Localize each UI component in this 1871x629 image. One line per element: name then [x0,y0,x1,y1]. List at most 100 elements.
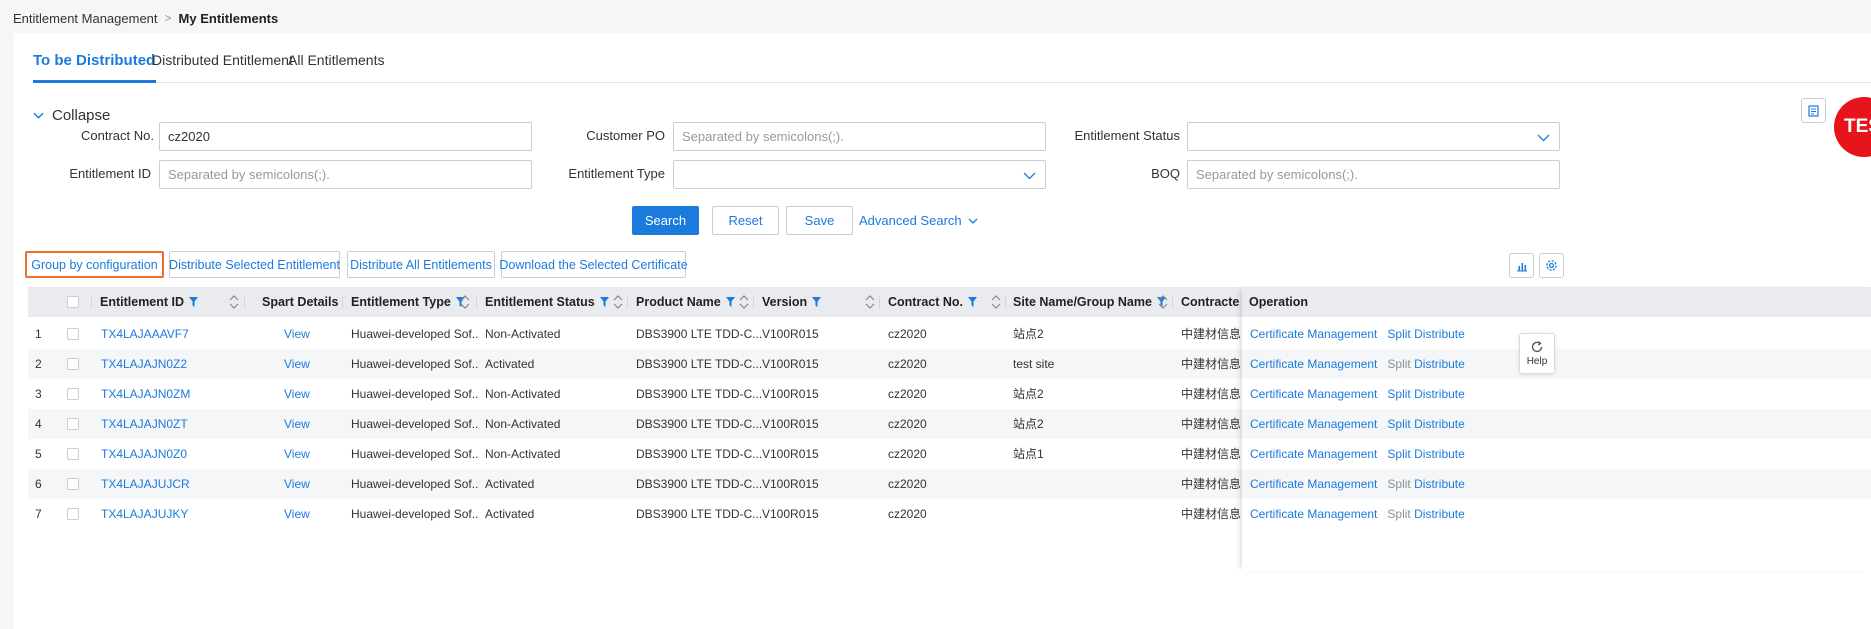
version: V100R015 [762,387,819,401]
header-label: Site Name/Group Name [1013,295,1152,309]
tab-distributed-entitlement[interactable]: Distributed Entitlement [152,52,293,68]
entitlement-id-link[interactable]: TX4LAJAJN0ZM [101,379,190,409]
sort-icon[interactable] [229,294,239,310]
row-checkbox[interactable] [67,328,79,340]
spart-view-link[interactable]: View [284,319,310,349]
column-header-entitlement-id[interactable]: Entitlement ID [100,287,199,317]
sort-icon[interactable] [865,294,875,310]
row-checkbox[interactable] [67,478,79,490]
contractor: 中建材信息 [1181,417,1241,431]
user-avatar[interactable]: TES [1834,97,1871,157]
advanced-search-label: Advanced Search [859,213,962,228]
entitlement-id-link[interactable]: TX4LAJAJN0Z0 [101,439,187,469]
contractor: 中建材信息 [1181,477,1241,491]
entitlement-id-link[interactable]: TX4LAJAJUJKY [101,499,188,529]
site-name: test site [1013,357,1055,371]
select-all-checkbox[interactable] [67,296,79,308]
tab-all-entitlements[interactable]: All Entitlements [288,52,384,68]
entitlement-id-link[interactable]: TX4LAJAJN0Z2 [101,349,187,379]
sort-icon[interactable] [991,294,1001,310]
download-certificate-button[interactable]: Download the Selected Certificate [499,251,688,278]
version: V100R015 [762,447,819,461]
contractor: 中建材信息 [1181,447,1241,461]
reset-button[interactable]: Reset [712,206,779,235]
filter-icon[interactable] [968,297,977,307]
contract-no: cz2020 [888,507,927,521]
collapse-label: Collapse [52,106,111,124]
spart-view-link[interactable]: View [284,349,310,379]
save-button[interactable]: Save [786,206,853,235]
version: V100R015 [762,417,819,431]
column-divider [1172,295,1173,309]
tab-to-be-distributed[interactable]: To be Distributed [33,52,155,69]
contract-no-input[interactable] [159,122,532,151]
row-checkbox[interactable] [67,358,79,370]
entitlement-status: Non-Activated [485,387,561,401]
sort-icon[interactable] [739,294,749,310]
row-number: 2 [35,357,42,371]
contract-no: cz2020 [888,447,927,461]
breadcrumb: Entitlement Management > My Entitlements [13,9,278,27]
distribute-all-button[interactable]: Distribute All Entitlements [347,251,495,278]
filter-icon[interactable] [725,297,735,307]
sort-icon[interactable] [1158,294,1168,310]
column-divider [879,295,880,309]
boq-input[interactable] [1187,160,1560,189]
sort-icon[interactable] [460,294,470,310]
contract-no: cz2020 [888,327,927,341]
row-checkbox[interactable] [67,418,79,430]
contract-no: cz2020 [888,477,927,491]
customer-po-input[interactable] [673,122,1046,151]
advanced-search-link[interactable]: Advanced Search [859,213,978,228]
entitlement-status-select[interactable] [1187,122,1560,151]
column-header-product-name[interactable]: Product Name [636,287,735,317]
contractor: 中建材信息 [1181,507,1241,521]
column-header-entitlement-status[interactable]: Entitlement Status [485,287,609,317]
column-divider [1005,295,1006,309]
column-header-site-name[interactable]: Site Name/Group Name [1013,287,1166,317]
entitlement-type: Huawei-developed Sof... [351,387,479,401]
spart-view-link[interactable]: View [284,379,310,409]
search-button[interactable]: Search [632,206,699,235]
row-number: 4 [35,417,42,431]
column-header-contract-no[interactable]: Contract No. [888,287,977,317]
spart-view-link[interactable]: View [284,439,310,469]
refresh-icon [1531,341,1543,353]
spart-view-link[interactable]: View [284,469,310,499]
distribute-selected-button[interactable]: Distribute Selected Entitlement [169,251,340,278]
header-label: Contract No. [888,295,963,309]
help-button[interactable]: Help [1519,333,1555,374]
settings-button[interactable] [1539,253,1564,278]
entitlement-id-link[interactable]: TX4LAJAJN0ZT [101,409,188,439]
entitlement-status: Activated [485,357,535,371]
contract-no: cz2020 [888,357,927,371]
breadcrumb-parent[interactable]: Entitlement Management [13,11,158,26]
product-name: DBS3900 LTE TDD-C... [636,387,763,401]
spart-view-link[interactable]: View [284,409,310,439]
row-checkbox[interactable] [67,388,79,400]
filter-icon[interactable] [812,297,822,307]
spart-view-link[interactable]: View [284,499,310,529]
chart-view-button[interactable] [1509,253,1534,278]
filter-icon[interactable] [189,297,199,307]
column-header-entitlement-type[interactable]: Entitlement Type [351,287,465,317]
sort-icon[interactable] [613,294,623,310]
customer-po-label: Customer PO [586,128,665,143]
site-name: 站点1 [1013,447,1044,461]
entitlement-type: Huawei-developed Sof... [351,417,479,431]
entitlement-type-select[interactable] [673,160,1046,189]
column-header-version[interactable]: Version [762,287,822,317]
entitlement-id-link[interactable]: TX4LAJAAAVF7 [101,319,189,349]
column-divider [342,295,343,309]
chevron-down-icon [33,112,44,119]
export-button[interactable] [1801,98,1826,123]
chevron-down-icon [1023,172,1036,180]
row-checkbox[interactable] [67,508,79,520]
entitlement-id-link[interactable]: TX4LAJAJUJCR [101,469,190,499]
group-by-configuration-button[interactable]: Group by configuration [25,251,164,278]
row-checkbox[interactable] [67,448,79,460]
entitlement-id-input[interactable] [159,160,532,189]
filter-icon[interactable] [599,297,609,307]
header-label: Entitlement Type [351,295,451,309]
breadcrumb-current: My Entitlements [178,10,279,26]
